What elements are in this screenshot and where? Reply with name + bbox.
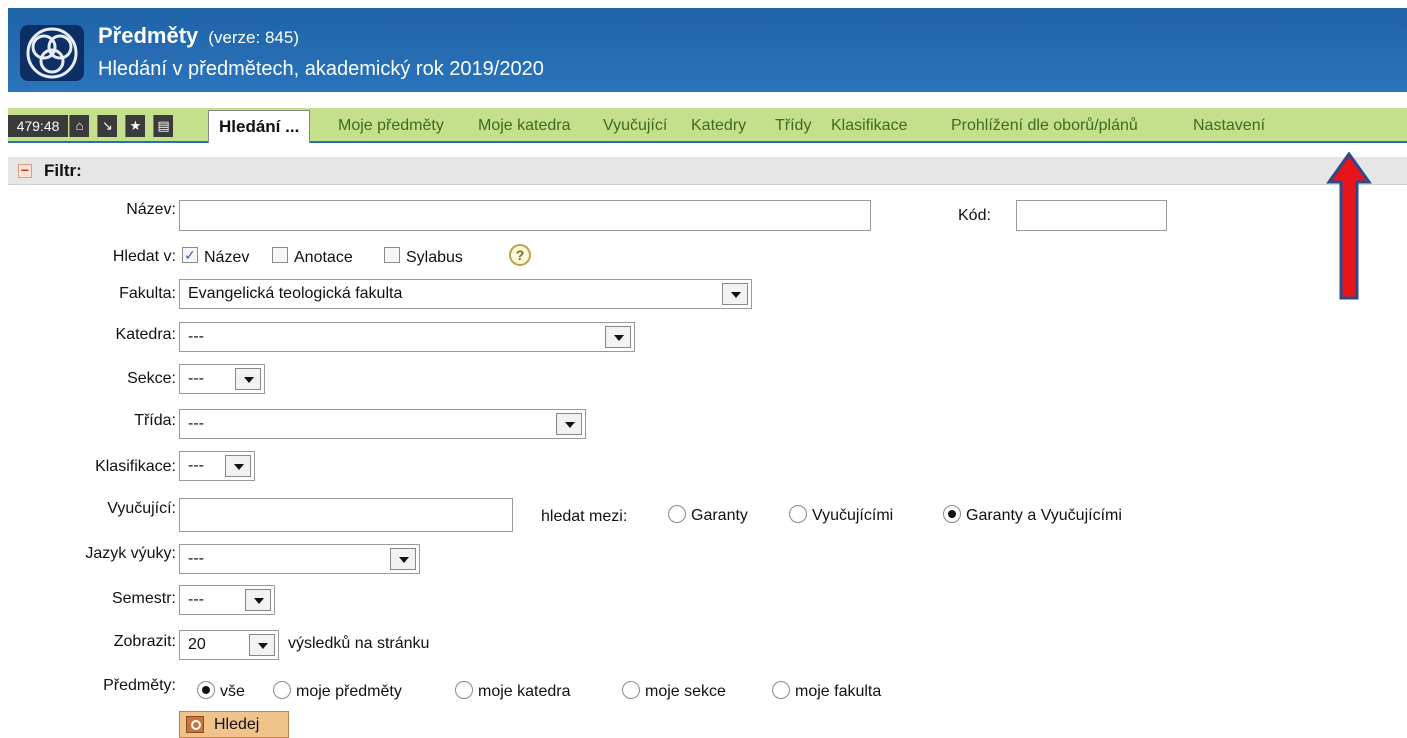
logo-icon [20, 25, 84, 81]
jazyk-select-value: --- [188, 550, 204, 567]
chevron-down-icon[interactable] [245, 589, 271, 611]
chevron-down-icon[interactable] [235, 368, 261, 390]
radio-vse[interactable] [197, 681, 215, 699]
checkbox-nazev-label: Název [204, 249, 250, 266]
semestr-select[interactable]: --- [179, 585, 275, 615]
klasifikace-select[interactable]: --- [179, 451, 255, 481]
jazyk-label: Jazyk výuky: [85, 545, 176, 562]
login-icon[interactable]: ↘ [97, 115, 117, 137]
chevron-down-icon[interactable] [722, 283, 748, 305]
tab-hledani[interactable]: Hledání ... [208, 110, 311, 143]
chevron-down-icon[interactable] [556, 413, 582, 435]
radio-moje-predmety-label: moje předměty [296, 683, 402, 700]
vyucujici-label: Vyučující: [107, 500, 176, 517]
filter-bar: − Filtr: [8, 157, 1407, 185]
tab-katedry[interactable]: Katedry [691, 117, 746, 135]
zobrazit-label: Zobrazit: [113, 633, 176, 650]
session-timer: 479:48 [8, 115, 68, 137]
checkbox-nazev[interactable]: ✓ [182, 247, 198, 263]
chevron-down-icon[interactable] [605, 326, 631, 348]
kod-input[interactable] [1016, 200, 1167, 231]
zobrazit-select[interactable]: 20 [179, 630, 279, 660]
tab-moje-predmety[interactable]: Moje předměty [338, 117, 444, 135]
klasifikace-label: Klasifikace: [95, 458, 176, 475]
print-icon[interactable]: ▤ [153, 115, 173, 137]
hledat-label: Hledat v: [112, 248, 176, 265]
radio-moje-katedra-label: moje katedra [478, 683, 571, 700]
checkbox-sylabus[interactable] [384, 247, 400, 263]
search-icon [186, 716, 204, 733]
nazev-input[interactable] [179, 200, 871, 231]
radio-garanty-a-vyucujicimi-label: Garanty a Vyučujícími [966, 507, 1122, 524]
radio-vse-label: vše [220, 683, 245, 700]
sekce-select[interactable]: --- [179, 364, 265, 394]
klasifikace-select-value: --- [188, 457, 204, 474]
checkbox-anotace[interactable] [272, 247, 288, 263]
sekce-select-value: --- [188, 370, 204, 387]
tab-prohlizeni[interactable]: Prohlížení dle oborů/plánů [951, 117, 1138, 135]
vyucujici-input[interactable] [179, 498, 513, 532]
trida-label: Třída: [134, 412, 176, 429]
search-button-label: Hledej [214, 716, 260, 733]
radio-garanty-label: Garanty [691, 507, 748, 524]
fakulta-select-value: Evangelická teologická fakulta [188, 285, 403, 302]
tab-klasifikace[interactable]: Klasifikace [831, 117, 907, 135]
radio-vyucujicimi-label: Vyučujícími [812, 507, 894, 524]
radio-moje-fakulta-label: moje fakulta [795, 683, 882, 700]
home-icon[interactable]: ⌂ [69, 115, 89, 137]
app-title: Předměty (verze: 845) [98, 23, 299, 49]
tab-bar: 479:48 ⌂ ↘ ★ ▤ Hledání ... Moje předměty… [8, 108, 1407, 143]
tab-nastaveni[interactable]: Nastavení [1193, 117, 1265, 135]
app-title-text: Předměty [98, 23, 199, 48]
semestr-select-value: --- [188, 591, 204, 608]
radio-vyucujicimi[interactable] [789, 505, 807, 523]
kod-label: Kód: [958, 207, 991, 224]
collapse-icon[interactable]: − [18, 163, 32, 178]
tab-vyucujici[interactable]: Vyučující [603, 117, 667, 135]
checkbox-anotace-label: Anotace [294, 249, 353, 266]
katedra-label: Katedra: [115, 326, 176, 343]
app-version: (verze: 845) [208, 28, 299, 47]
checkbox-sylabus-label: Sylabus [406, 249, 463, 266]
radio-moje-predmety[interactable] [273, 681, 291, 699]
trida-select[interactable]: --- [179, 409, 586, 439]
radio-moje-katedra[interactable] [455, 681, 473, 699]
chevron-down-icon[interactable] [225, 455, 251, 477]
fakulta-select[interactable]: Evangelická teologická fakulta [179, 279, 752, 309]
katedra-select-value: --- [188, 328, 204, 345]
semestr-label: Semestr: [111, 590, 176, 607]
app-subtitle: Hledání v předmětech, akademický rok 201… [98, 58, 544, 80]
katedra-select[interactable]: --- [179, 322, 635, 352]
zobrazit-suffix: výsledků na stránku [288, 635, 430, 652]
chevron-down-icon[interactable] [390, 548, 416, 570]
tab-tridy[interactable]: Třídy [775, 117, 811, 135]
annotation-arrow-icon [1326, 152, 1372, 300]
predmety-label: Předměty: [103, 677, 176, 694]
radio-garanty[interactable] [668, 505, 686, 523]
trida-select-value: --- [188, 415, 204, 432]
fakulta-label: Fakulta: [119, 285, 176, 302]
radio-moje-sekce[interactable] [622, 681, 640, 699]
nazev-label: Název: [126, 201, 176, 218]
zobrazit-select-value: 20 [188, 636, 206, 653]
help-icon[interactable]: ? [509, 244, 531, 266]
tab-moje-katedra[interactable]: Moje katedra [478, 117, 571, 135]
radio-moje-sekce-label: moje sekce [645, 683, 726, 700]
chevron-down-icon[interactable] [249, 634, 275, 656]
hledat-mezi-label: hledat mezi: [541, 508, 628, 525]
app-header: Předměty (verze: 845) Hledání v předmětec… [8, 8, 1407, 92]
radio-garanty-a-vyucujicimi[interactable] [943, 505, 961, 523]
search-button[interactable]: Hledej [179, 711, 289, 738]
favorite-icon[interactable]: ★ [125, 115, 145, 137]
sekce-label: Sekce: [127, 370, 176, 387]
filter-title: Filtr: [44, 161, 82, 180]
radio-moje-fakulta[interactable] [772, 681, 790, 699]
jazyk-select[interactable]: --- [179, 544, 420, 574]
